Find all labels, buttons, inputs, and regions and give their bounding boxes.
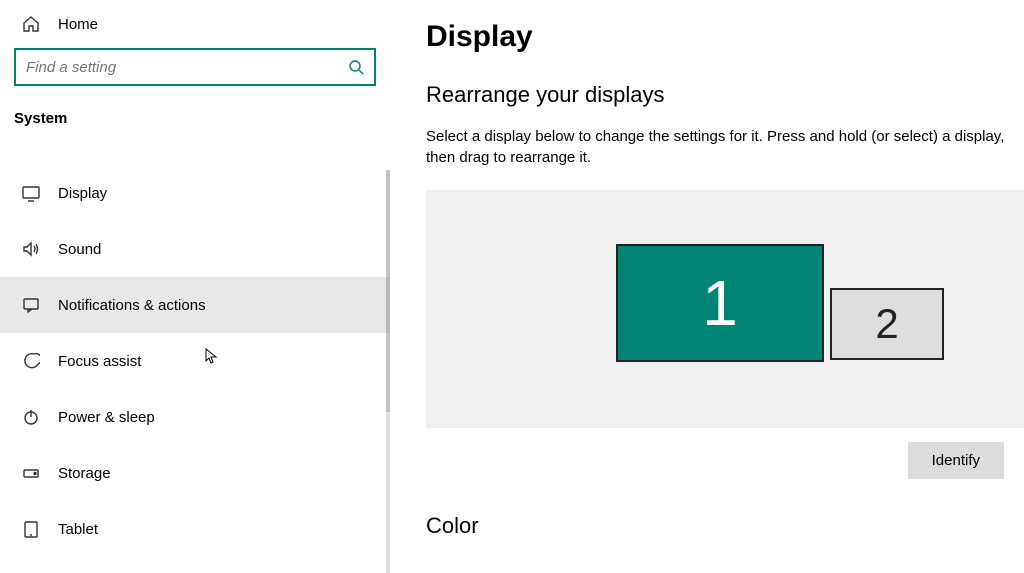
home-icon xyxy=(22,15,40,33)
monitors-group: 1 2 xyxy=(616,244,950,362)
identify-button[interactable]: Identify xyxy=(908,442,1004,479)
rearrange-description: Select a display below to change the set… xyxy=(426,126,1024,168)
sidebar-item-label: Storage xyxy=(58,465,111,482)
search-icon xyxy=(348,59,364,75)
sidebar-item-label: Sound xyxy=(58,241,101,258)
sidebar-item-label: Display xyxy=(58,185,107,202)
search-input[interactable] xyxy=(26,59,348,76)
monitor-1[interactable]: 1 xyxy=(616,244,824,362)
search-wrap xyxy=(0,48,390,94)
sidebar-item-label: Power & sleep xyxy=(58,409,155,426)
page-title: Display xyxy=(426,20,1024,54)
sidebar-item-label: Notifications & actions xyxy=(58,297,206,314)
group-title: System xyxy=(0,94,390,139)
sidebar-item-label: Tablet xyxy=(58,521,98,538)
rearrange-title: Rearrange your displays xyxy=(426,82,1024,108)
sidebar-item-label: Focus assist xyxy=(58,353,141,370)
sidebar-item-notifications[interactable]: Notifications & actions xyxy=(0,277,390,333)
home-nav[interactable]: Home xyxy=(0,0,390,48)
home-label: Home xyxy=(58,16,98,33)
display-arrangement-area[interactable]: 1 2 xyxy=(426,190,1024,428)
search-box[interactable] xyxy=(14,48,376,86)
sidebar-item-focus-assist[interactable]: Focus assist xyxy=(0,333,390,389)
main-content: Display Rearrange your displays Select a… xyxy=(390,0,1024,573)
sidebar-item-sound[interactable]: Sound xyxy=(0,221,390,277)
display-buttons-row: Identify xyxy=(426,428,1024,479)
sidebar-scrollbar[interactable] xyxy=(386,170,390,573)
sound-icon xyxy=(22,240,40,258)
sidebar-item-power-sleep[interactable]: Power & sleep xyxy=(0,389,390,445)
sidebar-item-display[interactable]: Display xyxy=(0,165,390,221)
power-icon xyxy=(22,408,40,426)
sidebar-item-storage[interactable]: Storage xyxy=(0,445,390,501)
notifications-icon xyxy=(22,296,40,314)
color-section-title: Color xyxy=(426,513,1024,539)
sidebar-item-tablet[interactable]: Tablet xyxy=(0,501,390,557)
settings-sidebar: Home System Display xyxy=(0,0,390,573)
tablet-icon xyxy=(22,520,40,538)
nav-list: Display Sound Notifications & actions Fo… xyxy=(0,165,390,557)
display-icon xyxy=(22,184,40,202)
monitor-2[interactable]: 2 xyxy=(830,288,944,360)
storage-icon xyxy=(22,464,40,482)
focus-assist-icon xyxy=(22,352,40,370)
